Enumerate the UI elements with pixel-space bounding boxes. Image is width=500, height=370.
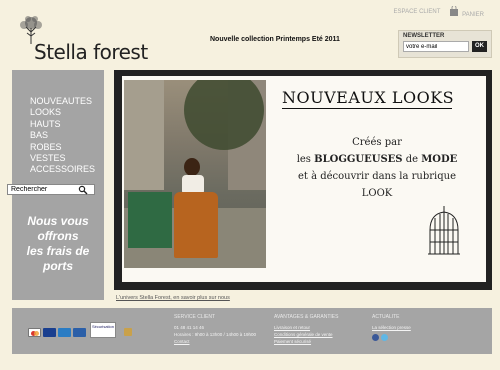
amex-icon <box>58 328 71 337</box>
promo-line: offrons <box>37 229 79 243</box>
newsletter-ok-button[interactable]: OK <box>472 41 487 52</box>
footer: Sécurisation SERVICE CLIENT 01 48 41 14 … <box>12 308 492 354</box>
search-input[interactable] <box>8 186 78 193</box>
visa-icon <box>43 328 56 337</box>
social-links <box>372 334 411 341</box>
footer-heading: SERVICE CLIENT <box>174 314 216 320</box>
newsletter-email-input[interactable] <box>403 41 469 52</box>
cgv-link[interactable]: Conditions générale de vente <box>274 331 338 338</box>
blogger-photo <box>124 80 266 268</box>
footer-service-client: SERVICE CLIENT 01 48 41 14 46 Horaires :… <box>174 314 256 345</box>
livraison-link[interactable]: Livraison et retour <box>274 324 338 331</box>
footer-heading: AVANTAGES & GARANTIES <box>274 314 339 320</box>
search-box <box>7 184 95 195</box>
paiement-link[interactable]: Paiement sécurisé <box>274 338 338 345</box>
banner-line: Créés par <box>352 137 402 148</box>
newsletter-label: NEWSLETTER <box>403 33 445 39</box>
menu-item-nouveautes[interactable]: NOUVEAUTES <box>30 96 95 107</box>
univers-link[interactable]: L'univers Stella Forest, en savoir plus … <box>116 295 230 301</box>
menu-item-hauts[interactable]: HAUTS <box>30 119 95 130</box>
menu-item-looks[interactable]: LOOKS <box>30 107 95 118</box>
logo[interactable]: Stella forest <box>12 14 148 64</box>
footer-avantages: AVANTAGES & GARANTIES Livraison et retou… <box>274 314 338 345</box>
bloggeuses-text: BLOGGUEUSES <box>314 154 403 165</box>
contact-link[interactable]: Contact <box>174 338 256 345</box>
birdcage-icon <box>428 206 460 255</box>
new-looks-banner[interactable]: NOUVEAUX LOOKS Créés par les BLOGGUEUSES… <box>120 74 488 284</box>
footer-hours: Horaires : 9h00 à 13h00 / 14h00 à 19h00 <box>174 332 257 337</box>
footer-actualite: ACTUALITE La sélection presse <box>372 314 411 341</box>
collection-headline: Nouvelle collection Printemps Eté 2011 <box>210 36 340 43</box>
facebook-icon[interactable] <box>372 334 379 341</box>
shopping-bag-icon <box>450 6 459 16</box>
panier-label: PANIER <box>462 12 484 18</box>
espace-client-link[interactable]: ESPACE CLIENT <box>394 9 441 15</box>
banner-line: les BLOGGUEUSES de MODE <box>296 154 458 165</box>
promo-line: ports <box>43 259 73 273</box>
promo-line: Nous vous <box>27 214 89 228</box>
mastercard-icon <box>28 328 41 337</box>
promo-line: les frais de <box>26 244 90 258</box>
free-shipping-promo[interactable]: Nous vous offrons les frais de ports <box>12 214 104 274</box>
lock-icon <box>124 328 132 336</box>
top-links: ESPACE CLIENT PANIER <box>394 6 484 18</box>
search-icon[interactable] <box>78 185 88 195</box>
footer-phone: 01 48 41 14 46 <box>174 325 205 330</box>
payment-methods <box>28 328 86 337</box>
menu-item-bas[interactable]: BAS <box>30 130 95 141</box>
newsletter-box: NEWSLETTER OK <box>398 30 492 58</box>
banner-title: NOUVEAUX LOOKS <box>282 88 455 107</box>
title-underline <box>282 108 452 109</box>
panier-link[interactable]: PANIER <box>450 6 484 18</box>
twitter-icon[interactable] <box>381 334 388 341</box>
card-icon <box>73 328 86 337</box>
banner-line: LOOK <box>361 188 393 199</box>
banner-line: et à découvrir dans la rubrique <box>297 171 457 182</box>
menu-item-vestes[interactable]: VESTES <box>30 153 95 164</box>
menu-item-accessoires[interactable]: ACCESSOIRES <box>30 164 95 175</box>
logo-text: Stella forest <box>34 40 148 64</box>
menu-item-robes[interactable]: ROBES <box>30 142 95 153</box>
category-menu: NOUVEAUTES LOOKS HAUTS BAS ROBES VESTES … <box>30 96 95 176</box>
presse-link[interactable]: La sélection presse <box>372 324 411 331</box>
banner-text: Créés par les BLOGGUEUSES de MODE et à d… <box>282 134 472 202</box>
footer-heading: ACTUALITE <box>372 314 400 320</box>
mode-text: MODE <box>421 154 458 165</box>
security-certificate-badge[interactable]: Sécurisation <box>90 322 116 338</box>
